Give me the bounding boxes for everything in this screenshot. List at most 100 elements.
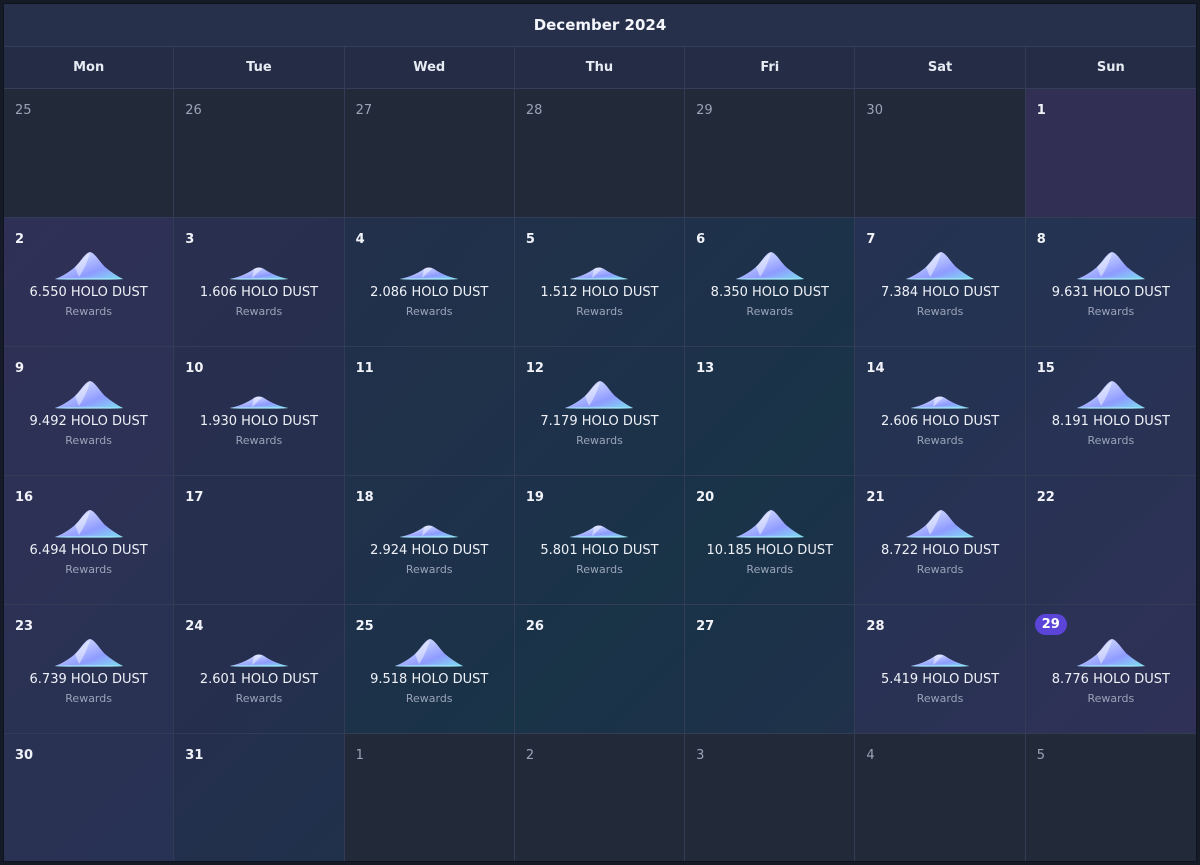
reward-amount: 2.924 HOLO DUST: [370, 543, 489, 558]
reward-amount: 10.185 HOLO DUST: [706, 543, 834, 558]
day-number: 1: [1036, 103, 1046, 118]
reward-amount: 5.419 HOLO DUST: [880, 672, 1000, 687]
day-cell[interactable]: 4 2.086 HOLO DUST Rewards: [344, 218, 515, 347]
day-number: 28: [525, 103, 543, 118]
reward-info: 1.606 HOLO DUST Rewards: [174, 244, 343, 318]
day-cell[interactable]: 30: [4, 734, 175, 861]
day-cell[interactable]: 28: [514, 89, 686, 218]
reward-amount: 8.191 HOLO DUST: [1051, 414, 1170, 429]
day-cell[interactable]: 15 8.191 HOLO DUST Rewards: [1025, 347, 1196, 476]
day-cell[interactable]: 27: [344, 89, 515, 218]
reward-amount: 6.494 HOLO DUST: [29, 543, 148, 558]
day-cell[interactable]: 12 7.179 HOLO DUST Rewards: [514, 347, 686, 476]
day-cell[interactable]: 23 6.739 HOLO DUST Rewards: [4, 605, 175, 734]
reward-label: Rewards: [65, 434, 112, 447]
reward-info: 8.191 HOLO DUST Rewards: [1026, 373, 1196, 447]
day-cell[interactable]: 9 9.492 HOLO DUST Rewards: [4, 347, 175, 476]
day-cell[interactable]: 29: [685, 89, 856, 218]
day-cell[interactable]: 5 1.512 HOLO DUST Rewards: [514, 218, 686, 347]
day-number: 4: [866, 748, 875, 763]
day-cell[interactable]: 28 5.419 HOLO DUST Rewards: [855, 605, 1026, 734]
holo-dust-pile-icon: [906, 510, 975, 538]
day-number: 2: [525, 748, 535, 763]
day-number: 25: [15, 103, 32, 118]
reward-label: Rewards: [1087, 434, 1135, 447]
weekday-fri: Fri: [685, 47, 856, 88]
reward-label: Rewards: [405, 692, 453, 705]
reward-amount: 1.512 HOLO DUST: [540, 285, 659, 300]
weekday-header-row: Mon Tue Wed Thu Fri Sat Sun: [4, 47, 1196, 89]
day-cell[interactable]: 6 8.350 HOLO DUST Rewards: [685, 218, 856, 347]
reward-info: 1.512 HOLO DUST Rewards: [515, 244, 684, 318]
holo-dust-pile-icon: [229, 267, 288, 280]
day-number: 1: [355, 748, 364, 763]
day-cell[interactable]: 2: [514, 734, 686, 861]
reward-label: Rewards: [576, 305, 623, 318]
day-cell[interactable]: 4: [855, 734, 1026, 861]
reward-pile: [1075, 373, 1147, 409]
day-cell[interactable]: 26: [174, 89, 345, 218]
weekday-thu: Thu: [515, 47, 686, 88]
day-cell[interactable]: 3: [685, 734, 856, 861]
day-number: 26: [185, 103, 202, 118]
day-cell[interactable]: 25: [4, 89, 175, 218]
day-cell[interactable]: 1: [1025, 89, 1196, 218]
day-cell[interactable]: 30: [855, 89, 1026, 218]
day-cell[interactable]: 13: [685, 347, 856, 476]
reward-amount: 8.776 HOLO DUST: [1051, 672, 1170, 687]
reward-info: 7.179 HOLO DUST Rewards: [515, 373, 684, 447]
day-cell[interactable]: 16 6.494 HOLO DUST Rewards: [4, 476, 175, 605]
holo-dust-pile-icon: [911, 654, 970, 667]
day-number: 30: [866, 103, 883, 118]
day-cell[interactable]: 26: [514, 605, 686, 734]
day-cell[interactable]: 3 1.606 HOLO DUST Rewards: [174, 218, 345, 347]
day-cell[interactable]: 14 2.606 HOLO DUST Rewards: [855, 347, 1026, 476]
reward-info: 9.492 HOLO DUST Rewards: [4, 373, 173, 447]
reward-info: 2.924 HOLO DUST Rewards: [345, 502, 514, 576]
reward-label: Rewards: [65, 563, 112, 576]
reward-label: Rewards: [1087, 305, 1135, 318]
day-cell[interactable]: 5: [1025, 734, 1196, 861]
day-cell[interactable]: 17: [174, 476, 345, 605]
day-cell[interactable]: 31: [174, 734, 345, 861]
day-cell[interactable]: 19 5.801 HOLO DUST Rewards: [514, 476, 686, 605]
holo-dust-pile-icon: [735, 510, 804, 538]
day-cell[interactable]: 1: [344, 734, 515, 861]
day-cell[interactable]: 21 8.722 HOLO DUST Rewards: [855, 476, 1026, 605]
calendar-grid: 25 26 27 28 29 30 1 2 6.550 HOLO DUST Rewards 3 1.6…: [4, 89, 1196, 861]
day-cell[interactable]: 11: [344, 347, 515, 476]
reward-label: Rewards: [235, 692, 283, 705]
reward-label: Rewards: [746, 305, 794, 318]
reward-info: 5.801 HOLO DUST Rewards: [515, 502, 684, 576]
reward-label: Rewards: [916, 305, 964, 318]
day-cell[interactable]: 25 9.518 HOLO DUST Rewards: [344, 605, 515, 734]
day-cell[interactable]: 24 2.601 HOLO DUST Rewards: [174, 605, 345, 734]
day-cell[interactable]: 27: [685, 605, 856, 734]
day-cell[interactable]: 2 6.550 HOLO DUST Rewards: [4, 218, 175, 347]
day-cell[interactable]: 8 9.631 HOLO DUST Rewards: [1025, 218, 1196, 347]
day-cell[interactable]: 22: [1025, 476, 1196, 605]
holo-dust-pile-icon: [911, 396, 970, 409]
day-cell[interactable]: 29 8.776 HOLO DUST Rewards: [1025, 605, 1196, 734]
reward-pile: [904, 244, 976, 280]
day-cell[interactable]: 10 1.930 HOLO DUST Rewards: [174, 347, 345, 476]
reward-pile: [1075, 244, 1147, 280]
reward-amount: 1.930 HOLO DUST: [199, 414, 319, 429]
weekday-mon: Mon: [4, 47, 175, 88]
month-title: December 2024: [533, 16, 667, 34]
day-cell[interactable]: 18 2.924 HOLO DUST Rewards: [344, 476, 515, 605]
reward-label: Rewards: [1087, 692, 1135, 705]
reward-info: 8.776 HOLO DUST Rewards: [1026, 631, 1196, 705]
day-number: 13: [696, 361, 715, 376]
holo-dust-pile-icon: [54, 252, 123, 280]
reward-pile: [563, 373, 635, 409]
reward-amount: 9.518 HOLO DUST: [370, 672, 489, 687]
reward-amount: 1.606 HOLO DUST: [199, 285, 319, 300]
day-cell[interactable]: 7 7.384 HOLO DUST Rewards: [855, 218, 1026, 347]
reward-label: Rewards: [916, 563, 964, 576]
reward-info: 1.930 HOLO DUST Rewards: [174, 373, 343, 447]
weekday-wed: Wed: [345, 47, 515, 88]
day-number: 17: [185, 490, 204, 505]
day-cell[interactable]: 20 10.185 HOLO DUST Rewards: [685, 476, 856, 605]
reward-label: Rewards: [576, 434, 623, 447]
